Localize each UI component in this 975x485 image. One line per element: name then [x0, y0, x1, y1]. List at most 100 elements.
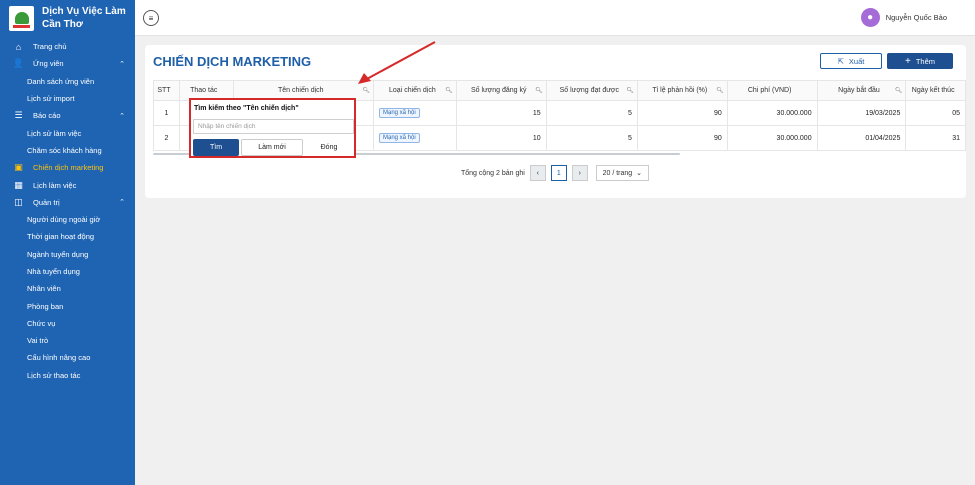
- cell-end: 05: [905, 100, 966, 126]
- sidebar-item-label: Thời gian hoạt động: [27, 232, 95, 242]
- sidebar-item-4[interactable]: ☰ Báo cáo ⌃: [0, 107, 135, 124]
- column-header[interactable]: STT: [153, 80, 180, 101]
- cell-rate: 90: [636, 100, 728, 126]
- topbar: ≡ ● Nguyễn Quốc Bảo: [135, 0, 975, 36]
- page-1-button[interactable]: 1: [550, 165, 567, 181]
- add-button[interactable]: + Thêm: [887, 53, 953, 69]
- search-icon[interactable]: 🔍︎: [445, 87, 453, 94]
- sidebar-item-14[interactable]: Nhân viên: [0, 280, 135, 297]
- sidebar-item-1[interactable]: 👤 Ứng viên ⌃: [0, 55, 135, 72]
- add-label: Thêm: [915, 56, 935, 66]
- brand-line-1: Dịch Vụ Việc Làm: [42, 6, 126, 17]
- page-size-select[interactable]: 20 / trang ⌄: [595, 165, 649, 181]
- sidebar-item-16[interactable]: Chức vụ: [0, 315, 135, 332]
- menu-toggle-button[interactable]: ≡: [143, 10, 159, 26]
- user-icon: 👤: [12, 58, 25, 69]
- column-header[interactable]: Ngày bắt đầu 🔍︎: [816, 80, 907, 101]
- sidebar-item-label: Danh sách ứng viên: [27, 76, 95, 86]
- sidebar-item-2[interactable]: Danh sách ứng viên: [0, 73, 135, 90]
- home-icon: ⌂: [15, 41, 22, 52]
- column-header[interactable]: Số lượng đăng ký 🔍︎: [455, 80, 547, 101]
- sidebar-item-label: Chức vụ: [27, 318, 56, 328]
- sidebar-item-19[interactable]: Lịch sử thao tác: [0, 367, 135, 384]
- sidebar-item-label: Người dùng ngoài giờ: [27, 215, 101, 225]
- cell-registered: 15: [455, 100, 547, 126]
- sidebar-item-label: Lịch làm việc: [33, 180, 77, 190]
- column-header-label: Tỉ lệ phản hồi (%): [652, 87, 708, 94]
- column-header-label: Số lượng đăng ký: [470, 87, 527, 94]
- sidebar-item-label: Quản trị: [33, 197, 60, 207]
- sidebar-item-11[interactable]: Thời gian hoạt động: [0, 228, 135, 245]
- cell-rate: 90: [636, 125, 728, 151]
- campaign-name-search-input[interactable]: [193, 119, 354, 134]
- search-icon[interactable]: 🔍︎: [895, 87, 903, 94]
- sidebar-item-9[interactable]: ◫ Quản trị ⌃: [0, 194, 135, 211]
- sidebar-item-12[interactable]: Ngành tuyển dụng: [0, 246, 135, 263]
- total-records: Tổng cộng 2 bản ghi: [461, 169, 525, 177]
- search-icon[interactable]: 🔍︎: [362, 87, 370, 94]
- avatar-icon: ●: [860, 8, 880, 27]
- sidebar: Dịch Vụ Việc Làm Cần Thơ ⌂ Trang chủ 👤 Ứng …: [0, 0, 135, 485]
- column-header[interactable]: Loại chiến dịch 🔍︎: [372, 80, 457, 101]
- export-icon: ⇱: [837, 56, 844, 66]
- sidebar-item-label: Trang chủ: [33, 42, 67, 52]
- sidebar-item-10[interactable]: Người dùng ngoài giờ: [0, 211, 135, 228]
- close-button[interactable]: Đóng: [305, 139, 353, 156]
- list-icon: ☰: [14, 110, 23, 121]
- column-header[interactable]: Ngày kết thúc: [905, 80, 966, 101]
- sidebar-item-label: Lịch sử import: [27, 94, 75, 104]
- cell-start: 01/04/2025: [816, 125, 907, 151]
- chevron-down-icon: ⌄: [636, 170, 643, 177]
- reset-button[interactable]: Làm mới: [241, 139, 303, 156]
- sidebar-item-label: Phòng ban: [27, 301, 64, 311]
- export-button[interactable]: ⇱ Xuất: [820, 53, 882, 69]
- sidebar-item-6[interactable]: Chăm sóc khách hàng: [0, 142, 135, 159]
- cell-registered: 10: [455, 125, 547, 151]
- column-header-label: Ngày kết thúc: [911, 87, 955, 94]
- search-icon[interactable]: 🔍︎: [535, 87, 543, 94]
- sidebar-item-label: Vai trò: [27, 336, 49, 346]
- find-button[interactable]: Tìm: [193, 139, 239, 156]
- cell-stt: 1: [153, 100, 180, 126]
- page-size-value: 20 / trang: [602, 169, 633, 177]
- sidebar-item-18[interactable]: Cấu hình nâng cao: [0, 349, 135, 366]
- sidebar-item-5[interactable]: Lịch sử làm việc: [0, 124, 135, 141]
- cell-achieved: 5: [545, 125, 638, 151]
- sidebar-item-0[interactable]: ⌂ Trang chủ: [0, 38, 135, 55]
- calendar-icon: ▦: [14, 179, 23, 190]
- sidebar-item-13[interactable]: Nhà tuyển dụng: [0, 263, 135, 280]
- user-menu[interactable]: ● Nguyễn Quốc Bảo: [860, 8, 947, 27]
- sidebar-item-17[interactable]: Vai trò: [0, 332, 135, 349]
- cell-type: Mạng xã hội: [372, 125, 457, 151]
- column-header-label: Số lượng đạt được: [559, 87, 619, 94]
- column-header-label: Chi phí (VND): [747, 87, 792, 94]
- cell-cost: 30.000.000: [726, 125, 818, 151]
- sidebar-item-label: Lịch sử thao tác: [27, 370, 81, 380]
- hamburger-icon: ≡: [148, 13, 154, 23]
- sidebar-item-3[interactable]: Lịch sử import: [0, 90, 135, 107]
- campaign-type-tag: Mạng xã hội: [378, 133, 420, 143]
- chevron-up-icon: ⌃: [119, 60, 125, 68]
- sidebar-item-label: Lịch sử làm việc: [27, 128, 82, 138]
- sidebar-item-8[interactable]: ▦ Lịch làm việc: [0, 176, 135, 193]
- admin-icon: ◫: [14, 196, 23, 207]
- brand-line-2: Cần Thơ: [42, 19, 83, 30]
- column-header-label: Loại chiến dịch: [389, 87, 436, 94]
- brand-name: Dịch Vụ Việc Làm Cần Thơ: [42, 5, 126, 31]
- brand[interactable]: Dịch Vụ Việc Làm Cần Thơ: [0, 0, 135, 36]
- next-page-button[interactable]: ›: [571, 165, 588, 181]
- column-header[interactable]: Tỉ lệ phản hồi (%) 🔍︎: [636, 80, 728, 101]
- chevron-up-icon: ⌃: [119, 199, 125, 207]
- search-icon[interactable]: 🔍︎: [716, 87, 724, 94]
- cell-achieved: 5: [545, 100, 638, 126]
- plus-icon: +: [904, 55, 911, 67]
- search-icon[interactable]: 🔍︎: [626, 87, 634, 94]
- column-header[interactable]: Chi phí (VND): [726, 80, 818, 101]
- sidebar-item-label: Chăm sóc khách hàng: [27, 145, 102, 155]
- sidebar-item-7[interactable]: ▣ Chiến dịch marketing: [0, 159, 135, 176]
- prev-page-button[interactable]: ‹: [529, 165, 546, 181]
- sidebar-item-label: Ngành tuyển dụng: [27, 249, 89, 259]
- column-header[interactable]: Số lượng đạt được 🔍︎: [545, 80, 638, 101]
- campaign-type-tag: Mạng xã hội: [378, 108, 420, 118]
- sidebar-item-15[interactable]: Phòng ban: [0, 297, 135, 314]
